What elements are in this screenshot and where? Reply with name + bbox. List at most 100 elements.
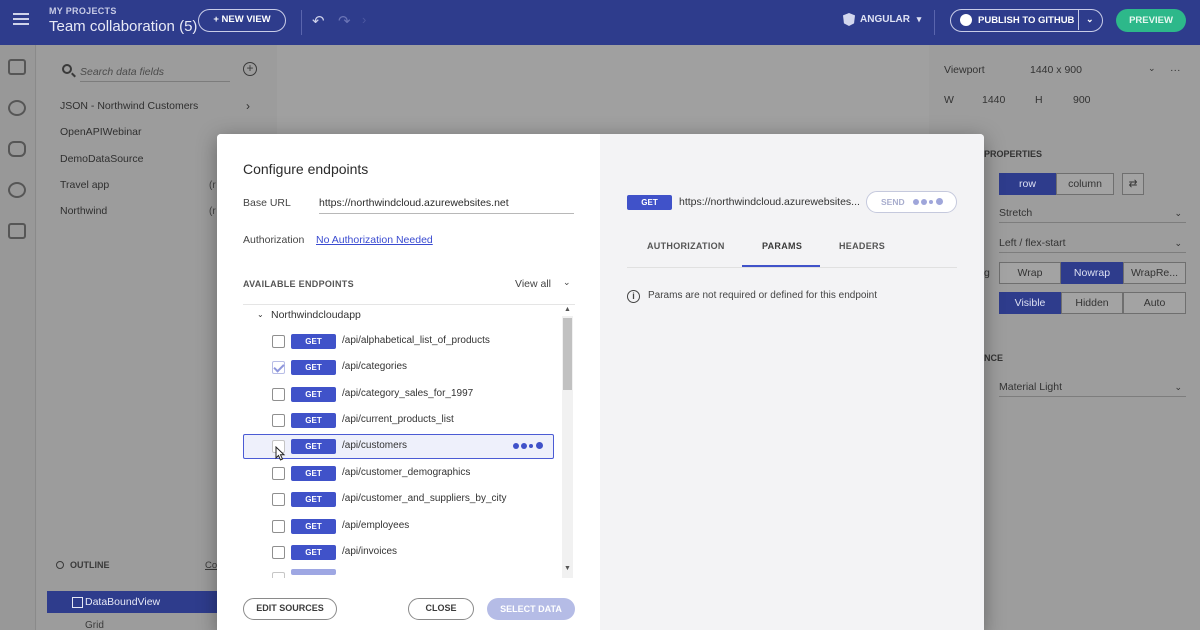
theme-select[interactable]: Material Light ⌄ <box>999 377 1186 397</box>
endpoint-checkbox[interactable] <box>272 467 285 480</box>
endpoint-checkbox[interactable] <box>272 335 285 348</box>
align-items-value: Stretch <box>999 207 1033 219</box>
project-title[interactable]: Team collaboration (5) <box>49 18 197 35</box>
projects-breadcrumb[interactable]: MY PROJECTS <box>49 6 117 16</box>
github-icon <box>960 14 972 26</box>
endpoint-path: /api/customer_demographics <box>342 467 471 478</box>
endpoint-row-partial[interactable] <box>243 566 558 578</box>
wrap-reverse-toggle[interactable]: WrapRe... <box>1123 262 1186 284</box>
endpoint-checkbox-checked[interactable] <box>272 361 285 374</box>
endpoint-path: /api/employees <box>342 520 410 531</box>
outline-item-selected[interactable]: DataBoundView <box>47 591 217 613</box>
chevron-down-icon[interactable]: ⌄ <box>1086 14 1094 25</box>
views-icon[interactable] <box>8 59 26 75</box>
info-icon: i <box>627 290 640 303</box>
new-view-button[interactable]: + NEW VIEW <box>198 9 286 32</box>
chevron-right-icon[interactable]: › <box>246 99 250 113</box>
outline-item[interactable]: Grid <box>85 620 104 630</box>
close-button[interactable]: CLOSE <box>408 598 474 620</box>
send-label: SEND <box>881 197 905 207</box>
hamburger-menu-icon[interactable] <box>13 13 29 25</box>
search-data-fields-input[interactable] <box>80 62 230 82</box>
more-options-icon[interactable]: ··· <box>1170 64 1181 76</box>
endpoint-checkbox[interactable] <box>272 546 285 559</box>
request-url: https://northwindcloud.azurewebsites... <box>679 196 860 208</box>
components-icon[interactable] <box>8 100 26 116</box>
collapse-link[interactable]: Co <box>205 560 217 571</box>
justify-content-select[interactable]: Left / flex-start ⌄ <box>999 233 1186 253</box>
endpoint-row[interactable]: GET /api/invoices <box>243 540 558 564</box>
scrollbar-thumb[interactable] <box>563 318 572 390</box>
scroll-up-icon[interactable]: ▲ <box>564 306 571 313</box>
top-bar: MY PROJECTS Team collaboration (5) + NEW… <box>0 0 1200 45</box>
http-method-badge: GET <box>291 334 336 349</box>
overflow-hidden-toggle[interactable]: Hidden <box>1061 292 1123 314</box>
data-sources-icon[interactable] <box>8 141 26 157</box>
endpoint-checkbox[interactable] <box>272 388 285 401</box>
publish-label: PUBLISH TO GITHUB <box>978 15 1075 26</box>
assets-icon[interactable] <box>8 223 26 239</box>
endpoint-row[interactable]: GET /api/customer_demographics <box>243 461 558 485</box>
endpoint-row[interactable]: GET /api/current_products_list <box>243 408 558 432</box>
base-url-input[interactable] <box>319 192 574 214</box>
endpoint-row[interactable]: GET /api/customer_and_suppliers_by_city <box>243 487 558 511</box>
publish-to-github-button[interactable]: PUBLISH TO GITHUB ⌄ <box>950 9 1103 32</box>
endpoint-row[interactable]: GET /api/category_sales_for_1997 <box>243 382 558 406</box>
data-source-item[interactable]: Northwind <box>60 205 107 217</box>
available-endpoints-heading: AVAILABLE ENDPOINTS <box>243 279 354 289</box>
endpoint-checkbox[interactable] <box>272 493 285 506</box>
data-source-item[interactable]: OpenAPIWebinar <box>60 126 142 138</box>
send-button[interactable]: SEND <box>866 191 957 213</box>
nowrap-toggle[interactable]: Nowrap <box>1061 262 1123 284</box>
http-method-badge: GET <box>291 519 336 534</box>
endpoint-row[interactable]: GET /api/alphabetical_list_of_products <box>243 329 558 353</box>
height-input[interactable]: 900 <box>1073 94 1091 106</box>
configure-endpoints-dialog: Configure endpoints Base URL Authorizati… <box>217 134 984 630</box>
tab-params[interactable]: PARAMS <box>762 241 802 251</box>
endpoint-path: /api/alphabetical_list_of_products <box>342 335 490 346</box>
endpoint-checkbox[interactable] <box>272 520 285 533</box>
wrap-toggle[interactable]: Wrap <box>999 262 1061 284</box>
endpoint-checkbox[interactable] <box>272 414 285 427</box>
toolbar-divider <box>301 10 302 35</box>
authorization-link[interactable]: No Authorization Needed <box>316 234 433 246</box>
endpoint-list[interactable]: ⌄ Northwindcloudapp GET /api/alphabetica… <box>243 304 575 578</box>
framework-selector[interactable]: ANGULAR ▾ <box>843 13 921 26</box>
endpoint-row[interactable]: GET /api/categories <box>243 355 558 379</box>
swap-icon[interactable]: ⇄ <box>1122 173 1144 195</box>
viewport-select[interactable]: 1440 x 900 <box>1030 64 1082 76</box>
scroll-down-icon[interactable]: ▼ <box>564 565 571 572</box>
data-source-item[interactable]: DemoDataSource <box>60 153 143 165</box>
chevron-down-icon[interactable]: ⌄ <box>1148 63 1156 74</box>
tab-headers[interactable]: HEADERS <box>839 241 885 251</box>
theme-palette-icon[interactable] <box>8 182 26 198</box>
view-all-dropdown[interactable]: View all <box>515 278 551 290</box>
preview-button[interactable]: PREVIEW <box>1116 9 1186 32</box>
overflow-visible-toggle[interactable]: Visible <box>999 292 1061 314</box>
tab-authorization[interactable]: AUTHORIZATION <box>647 241 725 251</box>
angular-logo-icon <box>843 13 855 26</box>
endpoint-row-hovered[interactable]: GET /api/customers <box>243 434 554 459</box>
forward-icon[interactable]: › <box>362 12 366 27</box>
chevron-down-icon: ⌄ <box>1174 382 1182 392</box>
overflow-auto-toggle[interactable]: Auto <box>1123 292 1186 314</box>
endpoint-path: /api/category_sales_for_1997 <box>342 388 474 399</box>
chevron-down-icon[interactable]: ⌄ <box>563 277 571 288</box>
endpoint-checkbox[interactable] <box>272 572 285 578</box>
add-data-source-icon[interactable]: + <box>243 62 257 76</box>
endpoint-row[interactable]: GET /api/employees <box>243 514 558 538</box>
data-source-item[interactable]: Travel app <box>60 179 109 191</box>
chevron-down-icon[interactable]: ⌄ <box>257 310 264 319</box>
align-items-select[interactable]: Stretch ⌄ <box>999 203 1186 223</box>
http-method-badge <box>291 569 336 575</box>
edit-sources-button[interactable]: EDIT SOURCES <box>243 598 337 620</box>
direction-row-toggle[interactable]: row <box>999 173 1056 195</box>
redo-icon[interactable]: ↷ <box>338 12 351 30</box>
width-input[interactable]: 1440 <box>982 94 1005 106</box>
data-source-suffix: (r <box>209 180 216 191</box>
select-data-button[interactable]: SELECT DATA <box>487 598 575 620</box>
undo-icon[interactable]: ↶ <box>312 12 325 30</box>
data-source-item[interactable]: JSON - Northwind Customers <box>60 100 198 112</box>
endpoint-group-label[interactable]: Northwindcloudapp <box>271 309 361 321</box>
direction-column-toggle[interactable]: column <box>1056 173 1114 195</box>
